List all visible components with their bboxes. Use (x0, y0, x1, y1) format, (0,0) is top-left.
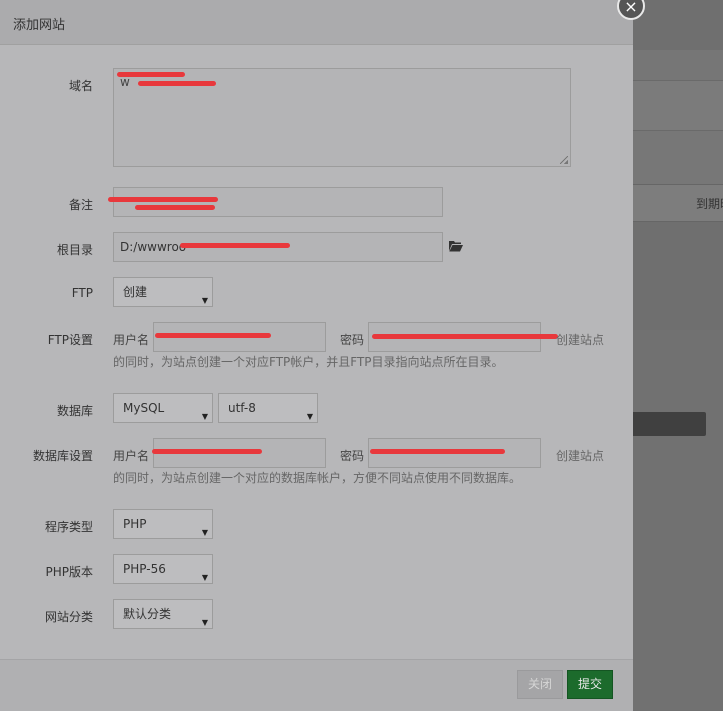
add-site-dialog: 添加网站 域名 w 备注 根目录 D:/wwwroo FTP 创建 ▼ FTP设… (0, 0, 633, 711)
dialog-header: 添加网站 (0, 0, 633, 45)
ftp-hint-line1: 创建站点 (556, 333, 605, 347)
redaction-mark (138, 81, 216, 86)
ftp-select[interactable]: 创建 ▼ (113, 277, 213, 307)
db-password-label: 密码 (340, 449, 365, 463)
background-row (633, 50, 723, 80)
database-select[interactable]: MySQL ▼ (113, 393, 213, 423)
site-category-label: 网站分类 (44, 610, 93, 624)
chevron-down-icon: ▼ (201, 573, 208, 582)
remark-input[interactable] (113, 187, 443, 217)
dialog-title: 添加网站 (13, 18, 66, 33)
remark-label: 备注 (68, 198, 93, 212)
root-dir-label: 根目录 (56, 243, 93, 257)
db-hint-line2: 的同时，为站点创建一个对应的数据库帐户，方便不同站点使用不同数据库。 (113, 471, 522, 485)
close-button[interactable]: 关闭 (517, 670, 563, 699)
redaction-mark (117, 72, 185, 77)
chevron-down-icon: ▼ (201, 296, 208, 305)
redaction-mark (152, 449, 262, 454)
ftp-hint-line2: 的同时，为站点创建一个对应FTP帐户，并且FTP目录指向站点所在目录。 (113, 355, 504, 369)
php-version-label: PHP版本 (45, 565, 94, 579)
database-settings-label: 数据库设置 (32, 449, 93, 463)
background-row (633, 80, 723, 131)
charset-select[interactable]: utf-8 ▼ (218, 393, 318, 423)
redaction-mark (372, 334, 558, 339)
chevron-down-icon: ▼ (201, 412, 208, 421)
resize-grip-icon[interactable] (560, 156, 568, 164)
php-version-select-value: PHP-56 (123, 562, 166, 576)
ftp-password-label: 密码 (340, 333, 365, 347)
database-select-value: MySQL (123, 401, 165, 415)
chevron-down-icon: ▼ (306, 412, 313, 421)
chevron-down-icon: ▼ (201, 618, 208, 627)
chevron-down-icon: ▼ (201, 528, 208, 537)
domain-label: 域名 (68, 79, 93, 93)
php-version-select[interactable]: PHP-56 ▼ (113, 554, 213, 584)
domain-value: w (120, 75, 130, 89)
ftp-label: FTP (71, 286, 93, 300)
redaction-mark (370, 449, 505, 454)
program-type-select[interactable]: PHP ▼ (113, 509, 213, 539)
database-label: 数据库 (56, 404, 93, 418)
redaction-mark (155, 333, 271, 338)
redaction-mark (135, 205, 215, 210)
redaction-mark (180, 243, 290, 248)
ftp-select-value: 创建 (123, 285, 148, 299)
program-type-select-value: PHP (123, 517, 147, 531)
site-category-select[interactable]: 默认分类 ▼ (113, 599, 213, 629)
charset-select-value: utf-8 (228, 401, 256, 415)
submit-button[interactable]: 提交 (567, 670, 613, 699)
db-username-label: 用户名 (113, 449, 150, 463)
redaction-mark (108, 197, 218, 202)
site-category-select-value: 默认分类 (123, 607, 172, 621)
folder-open-icon[interactable] (449, 240, 463, 252)
expiry-column-header: 到期时 (696, 197, 723, 211)
db-hint-line1: 创建站点 (556, 449, 605, 463)
ftp-username-label: 用户名 (113, 333, 150, 347)
ftp-settings-label: FTP设置 (47, 333, 93, 347)
background-row (633, 130, 723, 185)
background-table-body (633, 330, 723, 710)
program-type-label: 程序类型 (44, 520, 93, 534)
